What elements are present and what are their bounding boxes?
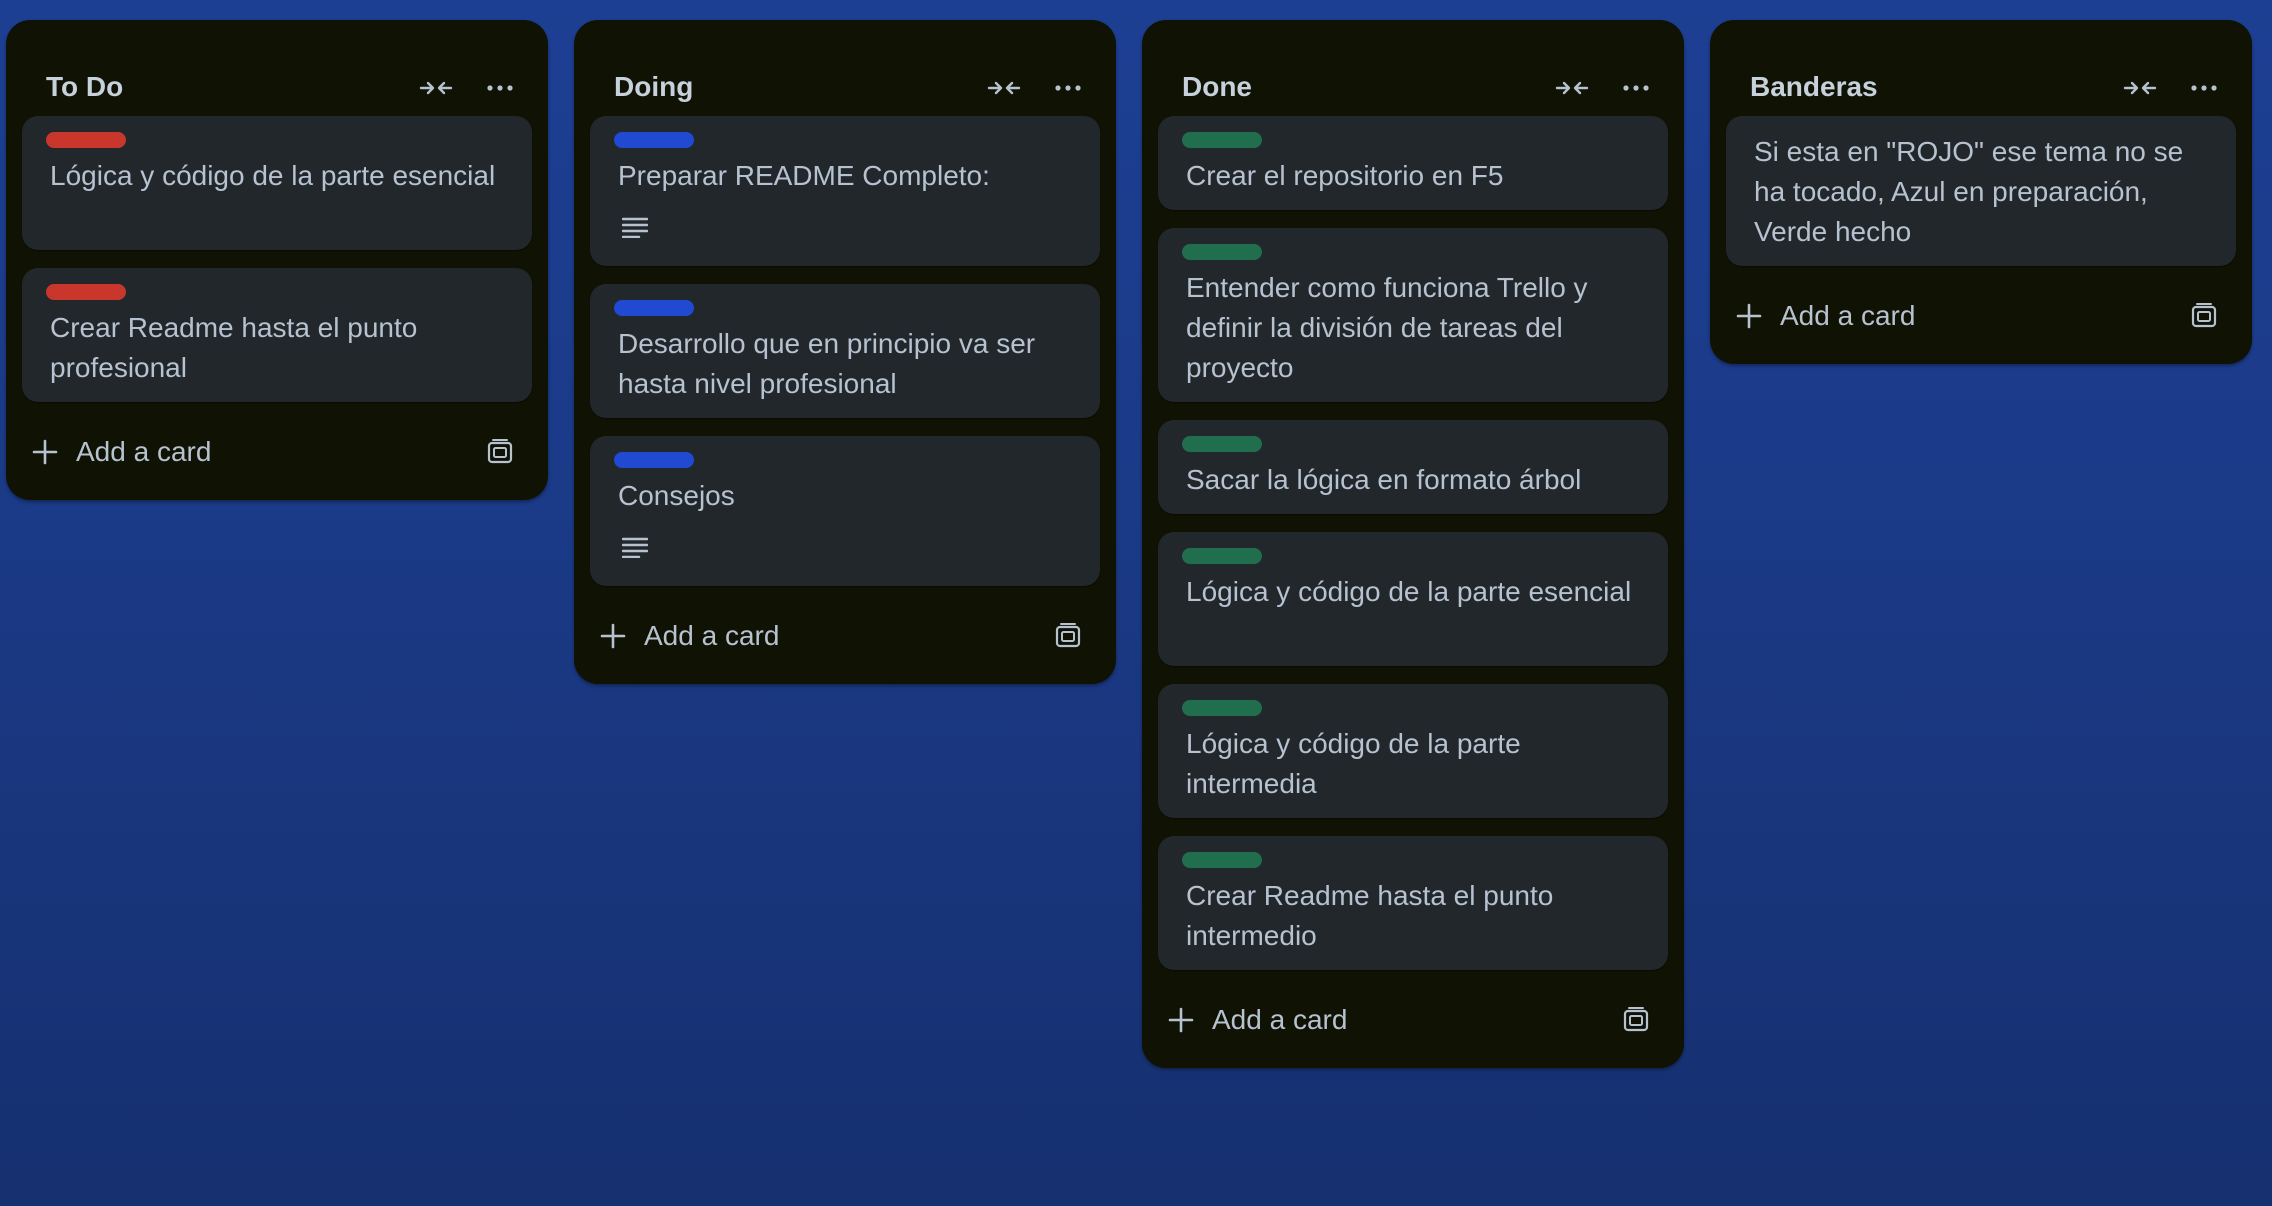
card[interactable]: Desarrollo que en principio va ser hasta… [590, 284, 1100, 418]
card[interactable]: Lógica y código de la parte esencial [22, 116, 532, 250]
list-header: Doing [574, 20, 1116, 112]
collapse-arrows-icon [419, 81, 453, 95]
label-green[interactable] [1182, 132, 1262, 148]
list-menu-button[interactable] [480, 68, 520, 108]
list-menu-button[interactable] [2184, 68, 2224, 108]
card-template-icon [1623, 1007, 1649, 1032]
list-title[interactable]: Doing [614, 70, 693, 104]
add-card-button[interactable]: Add a card [596, 608, 996, 664]
card[interactable]: Lógica y código de la parte esencial [1158, 532, 1668, 666]
collapse-arrows-icon [1555, 81, 1589, 95]
label-red[interactable] [46, 284, 126, 300]
create-from-template-button[interactable] [2184, 296, 2224, 336]
create-from-template-button[interactable] [1048, 616, 1088, 656]
label-green[interactable] [1182, 244, 1262, 260]
ellipsis-icon [1055, 85, 1081, 91]
card[interactable]: Consejos [590, 436, 1100, 586]
card[interactable]: Entender como funciona Trello y definir … [1158, 228, 1668, 402]
description-lines-icon [622, 217, 648, 238]
list-header: Done [1142, 20, 1684, 112]
card[interactable]: Crear el repositorio en F5 [1158, 116, 1668, 210]
card-title: Si esta en "ROJO" ese tema no se ha toca… [1754, 136, 2184, 247]
create-from-template-button[interactable] [480, 432, 520, 472]
label-green[interactable] [1182, 548, 1262, 564]
add-card-button[interactable]: Add a card [1164, 992, 1564, 1048]
card-title: Lógica y código de la parte esencial [50, 160, 496, 191]
list-menu-button[interactable] [1048, 68, 1088, 108]
list-banderas: Banderas Si esta en "ROJO" ese tema no s… [1710, 20, 2252, 364]
board: To Do Lógica y código de la parte esenci… [0, 0, 2272, 1206]
ellipsis-icon [2191, 85, 2217, 91]
add-card-label: Add a card [1212, 1004, 1348, 1035]
card-title: Desarrollo que en principio va ser hasta… [618, 328, 1036, 399]
collapse-list-button[interactable] [1552, 68, 1592, 108]
card[interactable]: Sacar la lógica en formato árbol [1158, 420, 1668, 514]
card-title: Lógica y código de la parte intermedia [1186, 728, 1521, 799]
label-green[interactable] [1182, 436, 1262, 452]
label-green[interactable] [1182, 700, 1262, 716]
plus-icon [28, 435, 62, 469]
add-card-label: Add a card [644, 620, 780, 651]
card-template-icon [487, 439, 513, 464]
card-title: Sacar la lógica en formato árbol [1186, 464, 1582, 495]
card-template-icon [2191, 303, 2217, 328]
list-title[interactable]: Done [1182, 70, 1252, 104]
label-green[interactable] [1182, 852, 1262, 868]
card[interactable]: Lógica y código de la parte intermedia [1158, 684, 1668, 818]
list-done: Done Crear el repositorio en F5 Entender… [1142, 20, 1684, 1068]
label-blue[interactable] [614, 132, 694, 148]
ellipsis-icon [1623, 85, 1649, 91]
add-card-label: Add a card [1780, 300, 1916, 331]
list-title[interactable]: To Do [46, 70, 123, 104]
add-card-button[interactable]: Add a card [1732, 288, 2132, 344]
collapse-arrows-icon [2123, 81, 2157, 95]
plus-icon [1732, 299, 1766, 333]
card-title: Consejos [618, 480, 735, 511]
card-title: Crear el repositorio en F5 [1186, 160, 1504, 191]
list-header: To Do [6, 20, 548, 112]
card-title: Crear Readme hasta el punto intermedio [1186, 880, 1554, 951]
collapse-list-button[interactable] [984, 68, 1024, 108]
card-title: Entender como funciona Trello y definir … [1186, 272, 1588, 383]
plus-icon [1164, 1003, 1198, 1037]
card-title: Crear Readme hasta el punto profesional [50, 312, 418, 383]
label-red[interactable] [46, 132, 126, 148]
label-blue[interactable] [614, 300, 694, 316]
description-lines-icon [622, 537, 648, 558]
card[interactable]: Crear Readme hasta el punto profesional [22, 268, 532, 402]
add-card-label: Add a card [76, 436, 212, 467]
card[interactable]: Si esta en "ROJO" ese tema no se ha toca… [1726, 116, 2236, 266]
label-blue[interactable] [614, 452, 694, 468]
collapse-list-button[interactable] [416, 68, 456, 108]
collapse-list-button[interactable] [2120, 68, 2160, 108]
list-header: Banderas [1710, 20, 2252, 112]
card-title: Lógica y código de la parte esencial [1186, 576, 1632, 607]
card-title: Preparar README Completo: [618, 160, 990, 191]
list-menu-button[interactable] [1616, 68, 1656, 108]
plus-icon [596, 619, 630, 653]
list-to-do: To Do Lógica y código de la parte esenci… [6, 20, 548, 500]
add-card-button[interactable]: Add a card [28, 424, 428, 480]
create-from-template-button[interactable] [1616, 1000, 1656, 1040]
card[interactable]: Preparar README Completo: [590, 116, 1100, 266]
card-template-icon [1055, 623, 1081, 648]
collapse-arrows-icon [987, 81, 1021, 95]
list-title[interactable]: Banderas [1750, 70, 1878, 104]
card[interactable]: Crear Readme hasta el punto intermedio [1158, 836, 1668, 970]
ellipsis-icon [487, 85, 513, 91]
list-doing: Doing Preparar README Completo: Desarrol… [574, 20, 1116, 684]
